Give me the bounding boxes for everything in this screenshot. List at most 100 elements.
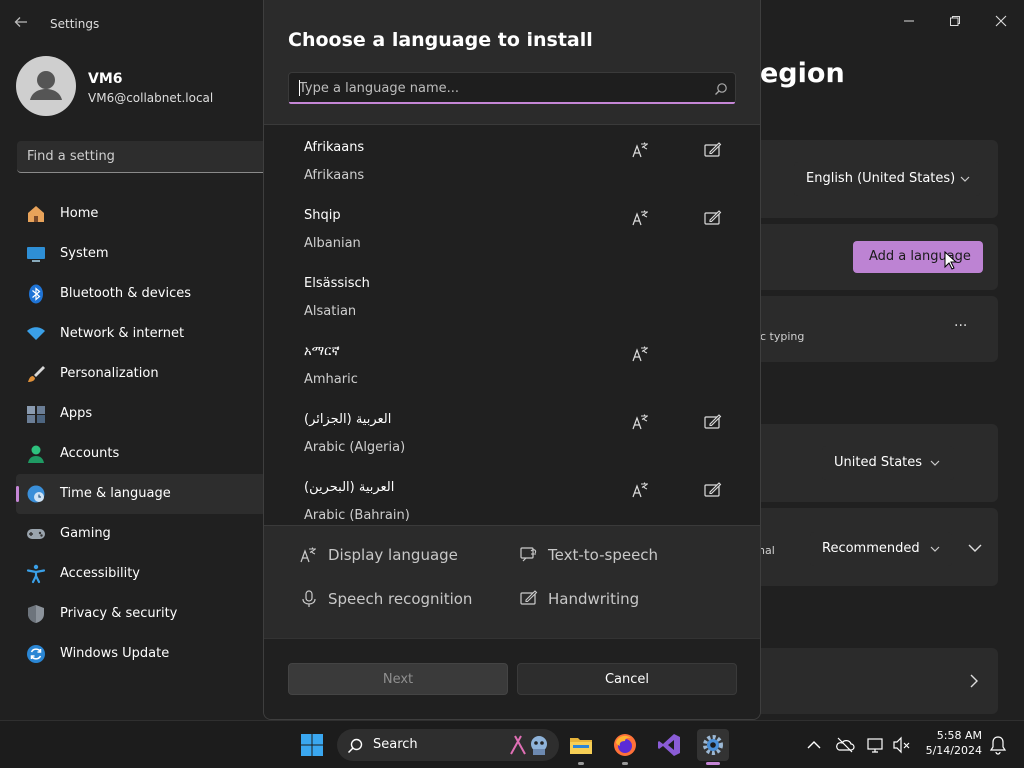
regional-format-value: Recommended: [822, 541, 920, 556]
sidebar-item-apps[interactable]: Apps: [16, 394, 266, 434]
sidebar-item-home[interactable]: Home: [16, 194, 266, 234]
sidebar-item-label: System: [60, 246, 109, 261]
settings-app-button[interactable]: [697, 729, 729, 765]
sidebar-item-windows-update[interactable]: Windows Update: [16, 634, 266, 674]
language-entry-card: c typing ···: [740, 296, 998, 362]
page-title: egion: [760, 58, 845, 89]
list-item-amharic[interactable]: አማርኛ Amharic: [264, 331, 760, 399]
sidebar-item-accessibility[interactable]: Accessibility: [16, 554, 266, 594]
display-language-dropdown[interactable]: English (United States): [794, 162, 980, 196]
brush-icon: [26, 364, 46, 384]
back-arrow-icon[interactable]: [14, 14, 34, 34]
globe-clock-icon: [26, 484, 46, 504]
notification-bell-icon[interactable]: [988, 735, 1008, 755]
handwriting-icon: [704, 142, 722, 157]
language-search-box[interactable]: [288, 72, 736, 104]
system-icon: [26, 244, 46, 264]
minimize-button[interactable]: [886, 6, 932, 36]
list-item-afrikaans[interactable]: Afrikaans Afrikaans: [264, 127, 760, 195]
language-search-input[interactable]: [299, 79, 699, 97]
gamepad-icon: [26, 524, 46, 544]
network-icon[interactable]: [866, 735, 886, 755]
display-language-icon: [632, 482, 648, 498]
visual-studio-icon: [658, 734, 680, 756]
sidebar-item-label: Time & language: [60, 486, 171, 501]
chevron-down-icon: [930, 546, 940, 552]
language-native-name: العربية (البحرين): [304, 480, 395, 495]
language-native-name: አማርኛ: [304, 344, 340, 359]
taskbar-search-label: Search: [373, 737, 418, 752]
chevron-right-icon: [970, 674, 978, 688]
taskbar: Search 5:58 AM 5/14/2024: [0, 720, 1024, 768]
apps-icon: [26, 404, 46, 424]
running-indicator: [706, 762, 720, 765]
text-to-speech-icon: [520, 547, 537, 562]
list-item-albanian[interactable]: Shqip Albanian: [264, 195, 760, 263]
display-language-icon: [632, 210, 648, 226]
handwriting-icon: [704, 482, 722, 497]
cancel-button[interactable]: Cancel: [517, 663, 737, 695]
list-item-arabic-bahrain[interactable]: العربية (البحرين) Arabic (Bahrain): [264, 467, 760, 525]
start-button[interactable]: [296, 729, 328, 761]
list-item-alsatian[interactable]: Elsässisch Alsatian: [264, 263, 760, 331]
sidebar-nav: Home System Bluetooth & devices Network …: [16, 194, 266, 674]
display-language-icon: [632, 414, 648, 430]
sidebar-item-label: Accounts: [60, 446, 120, 461]
sidebar-item-network[interactable]: Network & internet: [16, 314, 266, 354]
country-dropdown[interactable]: United States: [822, 446, 954, 480]
language-native-name: العربية (الجزائر): [304, 412, 392, 427]
sidebar-item-label: Gaming: [60, 526, 111, 541]
sidebar-item-accounts[interactable]: Accounts: [16, 434, 266, 474]
clock[interactable]: 5:58 AM 5/14/2024: [920, 729, 982, 757]
find-setting-input[interactable]: Find a setting: [17, 141, 267, 173]
sidebar-item-label: Apps: [60, 406, 93, 421]
close-button[interactable]: [978, 6, 1024, 36]
more-options-button[interactable]: ···: [954, 318, 967, 334]
country-value: United States: [834, 455, 923, 470]
language-entry-subtitle: c typing: [760, 330, 805, 343]
sidebar-item-label: Home: [60, 206, 99, 221]
list-item-arabic-algeria[interactable]: العربية (الجزائر) Arabic (Algeria): [264, 399, 760, 467]
language-native-name: Afrikaans: [304, 140, 365, 155]
restore-button[interactable]: [932, 6, 978, 36]
sidebar-item-label: Network & internet: [60, 326, 185, 341]
sidebar-item-label: Accessibility: [60, 566, 140, 581]
visual-studio-button[interactable]: [653, 729, 685, 761]
file-explorer-button[interactable]: [565, 729, 597, 765]
add-language-button[interactable]: Add a language: [853, 241, 983, 273]
wifi-icon: [26, 324, 46, 344]
related-settings-card[interactable]: [740, 648, 998, 714]
gear-icon: [703, 735, 723, 755]
taskbar-search[interactable]: Search: [337, 729, 559, 761]
volume-muted-icon[interactable]: [892, 735, 912, 755]
show-hidden-icons-icon[interactable]: [804, 735, 824, 755]
feature-legend: Display language Text-to-speech Speech r…: [264, 526, 760, 638]
sidebar-item-time-language[interactable]: Time & language: [16, 474, 266, 514]
sidebar-item-bluetooth[interactable]: Bluetooth & devices: [16, 274, 266, 314]
shield-icon: [26, 604, 46, 624]
app-title: Settings: [50, 17, 100, 31]
language-english-name: Alsatian: [304, 304, 357, 319]
windows-logo-icon: [301, 734, 323, 756]
windows-display-language-card: English (United States): [740, 140, 998, 218]
language-english-name: Afrikaans: [304, 168, 365, 183]
sidebar-item-personalization[interactable]: Personalization: [16, 354, 266, 394]
handwriting-icon: [704, 414, 722, 429]
language-english-name: Albanian: [304, 236, 361, 251]
next-button[interactable]: Next: [288, 663, 508, 695]
choose-language-dialog: Choose a language to install Afrikaans A…: [263, 0, 761, 720]
sidebar-item-privacy[interactable]: Privacy & security: [16, 594, 266, 634]
sidebar-item-label: Personalization: [60, 366, 159, 381]
onedrive-icon[interactable]: [835, 735, 855, 755]
country-region-card: l United States: [740, 424, 998, 502]
firefox-button[interactable]: [609, 729, 641, 765]
display-language-icon: [632, 142, 648, 158]
sidebar-item-system[interactable]: System: [16, 234, 266, 274]
accounts-icon: [26, 444, 46, 464]
sidebar-item-gaming[interactable]: Gaming: [16, 514, 266, 554]
bluetooth-icon: [26, 284, 46, 304]
dialog-footer: Next Cancel: [264, 638, 760, 719]
regional-format-dropdown[interactable]: Recommended: [810, 532, 952, 566]
expand-chevron-icon[interactable]: [968, 543, 982, 553]
mouse-cursor-icon: [944, 251, 958, 270]
